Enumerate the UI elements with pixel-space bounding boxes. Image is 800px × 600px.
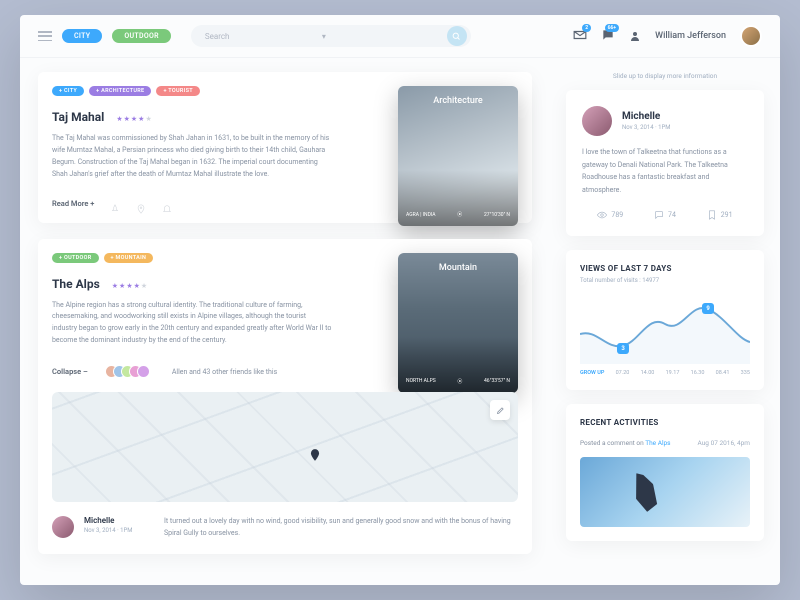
- slide-hint: Slide up to display more information: [566, 72, 764, 80]
- tag-city[interactable]: + CITY: [52, 86, 84, 96]
- chevron-down-icon[interactable]: ▾: [322, 32, 439, 41]
- rating-stars: ★★★★★: [112, 282, 147, 290]
- map-edit-button[interactable]: [490, 400, 510, 420]
- map-view[interactable]: [52, 392, 518, 502]
- activities-title: RECENT ACTIVITIES: [580, 418, 750, 427]
- user-icon[interactable]: [629, 30, 641, 42]
- topbar: CITY OUTDOOR Search ▾ 2 66+ William Jeff…: [20, 15, 780, 58]
- tag-architecture[interactable]: + ARCHITECTURE: [89, 86, 151, 96]
- post-thumbnail[interactable]: Mountain NORTH ALPS⦿46°33'57" N: [398, 253, 518, 393]
- views-chart-panel: VIEWS OF LAST 7 DAYS Total number of vis…: [566, 250, 764, 390]
- activity-row: Posted a comment on The Alps Aug 07 2016…: [580, 439, 750, 447]
- post-desc: The Taj Mahal was commissioned by Shah J…: [52, 133, 332, 181]
- chart-point-high: 9: [702, 303, 713, 314]
- liker-avatars[interactable]: [110, 365, 150, 378]
- collapse-link[interactable]: Collapse –: [52, 367, 88, 376]
- read-more-link[interactable]: Read More +: [52, 199, 94, 208]
- profile-date: Nov 3, 2014 · 1PM: [622, 124, 671, 131]
- username[interactable]: William Jefferson: [655, 31, 726, 41]
- chat-icon[interactable]: 66+: [601, 27, 615, 46]
- comment-row: Michelle Nov 3, 2014 · 1PM It turned out…: [52, 516, 518, 540]
- avatar[interactable]: [740, 25, 762, 47]
- profile-card: Michelle Nov 3, 2014 · 1PM I love the to…: [566, 90, 764, 236]
- profile-stats: 789 74 291: [582, 210, 748, 220]
- stat-comments: 74: [654, 210, 676, 220]
- activity-image[interactable]: [580, 457, 750, 527]
- post-thumbnail[interactable]: Architecture AGRA | INDIA⦿27°10'30" N: [398, 86, 518, 226]
- location-icon[interactable]: [136, 199, 146, 209]
- likes-text: Allen and 43 other friends like this: [172, 368, 277, 376]
- chart-point-low: 3: [617, 343, 628, 354]
- filter-city-pill[interactable]: CITY: [62, 29, 102, 43]
- post-desc: The Alpine region has a strong cultural …: [52, 300, 332, 348]
- chart-subtitle: Total number of visits : 14977: [580, 277, 750, 284]
- comment-avatar[interactable]: [52, 516, 74, 538]
- tag-tourist[interactable]: + TOURIST: [156, 86, 199, 96]
- activity-link[interactable]: The Alps: [645, 439, 670, 447]
- feed-column: Architecture AGRA | INDIA⦿27°10'30" N + …: [20, 58, 550, 585]
- menu-icon[interactable]: [38, 31, 52, 41]
- sidebar: Slide up to display more information Mic…: [550, 58, 780, 585]
- pin-icon[interactable]: [110, 199, 120, 209]
- comment-author: Michelle: [84, 516, 154, 525]
- bell-icon[interactable]: [162, 199, 172, 209]
- profile-name: Michelle: [622, 111, 671, 122]
- search-input[interactable]: Search ▾: [191, 25, 471, 47]
- map-pin-icon: [308, 447, 322, 461]
- thumb-label: Mountain: [398, 263, 518, 273]
- stat-bookmarks: 291: [707, 210, 733, 220]
- activities-panel: RECENT ACTIVITIES Posted a comment on Th…: [566, 404, 764, 541]
- post-card-taj-mahal: Architecture AGRA | INDIA⦿27°10'30" N + …: [38, 72, 532, 223]
- topbar-right: 2 66+ William Jefferson: [573, 25, 762, 47]
- post-title: The Alps: [52, 277, 100, 291]
- profile-avatar[interactable]: [582, 106, 612, 136]
- body: Architecture AGRA | INDIA⦿27°10'30" N + …: [20, 58, 780, 585]
- filter-outdoor-pill[interactable]: OUTDOOR: [112, 29, 171, 43]
- activity-date: Aug 07 2016, 4pm: [698, 439, 750, 447]
- rating-stars: ★★★★★: [116, 115, 151, 123]
- comment-text: It turned out a lovely day with no wind,…: [164, 516, 518, 540]
- line-chart: 3 9: [580, 294, 750, 364]
- search-placeholder: Search: [205, 32, 322, 41]
- app-window: CITY OUTDOOR Search ▾ 2 66+ William Jeff…: [20, 15, 780, 585]
- search-button[interactable]: [447, 26, 467, 46]
- chart-title: VIEWS OF LAST 7 DAYS: [580, 264, 750, 273]
- thumb-label: Architecture: [398, 96, 518, 106]
- profile-bio: I love the town of Talkeetna that functi…: [582, 146, 748, 196]
- mail-badge: 2: [582, 24, 591, 32]
- comment-date: Nov 3, 2014 · 1PM: [84, 527, 154, 534]
- chat-badge: 66+: [605, 24, 619, 32]
- tag-mountain[interactable]: + MOUNTAIN: [104, 253, 154, 263]
- tag-outdoor[interactable]: + OUTDOOR: [52, 253, 99, 263]
- post-card-the-alps: Mountain NORTH ALPS⦿46°33'57" N + OUTDOO…: [38, 239, 532, 554]
- post-title: Taj Mahal: [52, 110, 104, 124]
- chart-x-labels: GROW UP 07.20 14.00 19.17 16.30 08.41 33…: [580, 370, 750, 376]
- mail-icon[interactable]: 2: [573, 27, 587, 46]
- stat-views: 789: [597, 210, 623, 220]
